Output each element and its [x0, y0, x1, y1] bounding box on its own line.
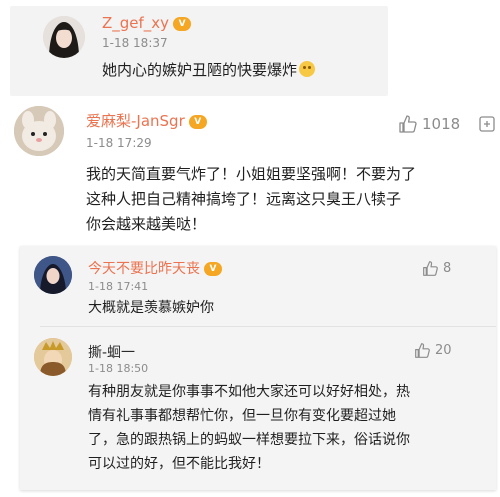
username[interactable]: 撕-蛔一	[88, 342, 135, 362]
comment-text: 我的天简直要气炸了！小姐姐要坚强啊！不要为了 这种人把自己精神搞垮了！远离这只臭…	[86, 162, 486, 237]
comment-line: 有种朋友就是你事事不如他大家还可以好好相处，热	[88, 384, 410, 400]
comment-line: 这种人把自己精神搞垮了！远离这只臭王八犊子	[86, 190, 402, 208]
username-label: 撕-蛔一	[88, 345, 136, 361]
avatar[interactable]	[34, 256, 72, 294]
thumbs-up-icon	[423, 261, 438, 276]
smile-emoji-icon	[299, 61, 316, 77]
thumbs-up-icon	[415, 343, 430, 358]
top-comment-card[interactable]: Z_gef_xy V 1-18 18:37 她内心的嫉妒丑陋的快要爆炸	[10, 6, 388, 96]
main-comment-card[interactable]: 爱麻梨-JanSgr V 1-18 17:29 1018 我的天简直要气炸了！小姐…	[0, 96, 500, 246]
like-count: 20	[435, 343, 452, 358]
comment-text: 大概就是羡慕嫉妒你	[88, 296, 214, 321]
comment-line: 可以过的好，但不能比我好！	[88, 456, 270, 472]
vip-badge-icon: V	[204, 262, 222, 276]
avatar[interactable]	[34, 338, 72, 376]
replies-panel: 今天不要比昨天丧 V 1-18 17:41 8 大概就是羡慕嫉妒你 撕-蛔一 1-…	[20, 246, 496, 490]
username-label: 爱麻梨-JanSgr	[86, 112, 185, 130]
avatar[interactable]	[43, 16, 85, 58]
more-icon[interactable]	[476, 114, 498, 134]
avatar[interactable]	[14, 106, 64, 156]
comment-text: 有种朋友就是你事事不如他大家还可以好好相处，热 情有礼事事都想帮忙你，但一旦你有…	[88, 380, 410, 476]
comment-text: 她内心的嫉妒丑陋的快要爆炸	[102, 58, 316, 83]
comment-time: 1-18 18:37	[102, 36, 168, 50]
comment-line: 你会越来越美哒！	[86, 215, 207, 233]
comment-line: 我的天简直要气炸了！小姐姐要坚强啊！不要为了	[86, 165, 417, 183]
like-count: 1018	[422, 115, 461, 133]
username[interactable]: 今天不要比昨天丧 V	[88, 258, 222, 278]
vip-badge-icon: V	[188, 114, 207, 129]
username[interactable]: 爱麻梨-JanSgr V	[86, 110, 207, 131]
username[interactable]: Z_gef_xy V	[102, 14, 192, 32]
like-button[interactable]: 8	[422, 260, 451, 277]
comment-time: 1-18 17:41	[88, 280, 149, 293]
like-button[interactable]: 1018	[398, 114, 460, 134]
comment-time: 1-18 17:29	[86, 136, 152, 150]
comment-text-content: 她内心的嫉妒丑陋的快要爆炸	[102, 61, 298, 79]
like-button[interactable]: 20	[414, 342, 452, 359]
username-label: 今天不要比昨天丧	[88, 261, 200, 277]
like-count: 8	[443, 261, 452, 276]
comment-line: 大概就是羡慕嫉妒你	[88, 300, 214, 316]
comment-line: 情有礼事事都想帮忙你，但一旦你有变化要超过她	[88, 408, 396, 424]
comment-time: 1-18 18:50	[88, 362, 149, 375]
divider	[40, 326, 496, 327]
comment-line: 了，急的跟热锅上的蚂蚁一样想要拉下来，俗话说你	[88, 432, 410, 448]
vip-badge-icon: V	[173, 16, 192, 31]
thumbs-up-icon	[399, 115, 417, 133]
username-label: Z_gef_xy	[102, 14, 170, 32]
